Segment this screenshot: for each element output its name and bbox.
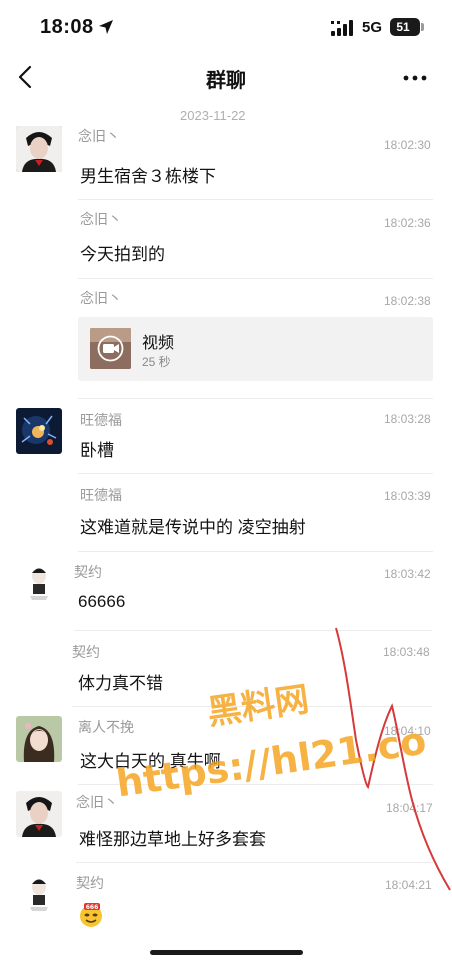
message-text[interactable]: 今天拍到的 xyxy=(80,240,165,265)
message-text[interactable]: 66666 xyxy=(78,592,125,612)
avatar[interactable] xyxy=(16,560,62,606)
svg-text:666: 666 xyxy=(86,904,99,911)
message-time: 18:03:48 xyxy=(383,645,430,659)
avatar-girl-icon xyxy=(16,716,62,762)
message-time: 18:04:21 xyxy=(385,878,432,892)
video-label: 视频 xyxy=(142,335,175,352)
message-text[interactable]: 这难道就是传说中的 凌空抽射 xyxy=(80,513,306,538)
message-sender: 念旧丶 xyxy=(80,290,122,306)
status-bar: 18:08 5G 51 xyxy=(0,0,452,56)
video-message-card[interactable]: 视频 25 秒 xyxy=(78,317,433,381)
message-sender: 契约 xyxy=(74,564,102,580)
avatar[interactable] xyxy=(16,126,62,172)
message-divider xyxy=(78,199,433,200)
message-time: 18:03:39 xyxy=(384,489,431,503)
message-divider xyxy=(78,278,433,279)
666-emoji-icon[interactable]: 666 xyxy=(78,902,104,928)
message-time: 18:03:42 xyxy=(384,567,431,581)
home-indicator[interactable] xyxy=(150,950,303,955)
message-sender: 旺德福 xyxy=(80,412,122,428)
message-text[interactable]: 这大白天的 真牛啊 xyxy=(80,747,221,772)
more-options-icon[interactable] xyxy=(402,68,428,88)
message-text[interactable]: 卧槽 xyxy=(80,436,114,461)
message-time: 18:04:17 xyxy=(386,801,433,815)
avatar-cartoon-icon xyxy=(16,560,62,606)
video-camera-icon xyxy=(90,328,131,369)
message-divider xyxy=(78,551,433,552)
location-arrow-icon xyxy=(99,20,113,34)
avatar-cartoon-icon xyxy=(16,871,62,917)
nav-bar: 群聊 xyxy=(0,56,452,100)
message-sender: 离人不挽 xyxy=(78,719,134,735)
status-time: 18:08 xyxy=(40,16,94,38)
battery-icon: 51 xyxy=(390,18,420,36)
message-divider xyxy=(78,473,433,474)
avatar-fireworks-icon xyxy=(16,408,62,454)
message-sender: 念旧丶 xyxy=(80,211,122,227)
video-duration: 25 秒 xyxy=(142,355,171,369)
message-time: 18:03:28 xyxy=(384,412,431,426)
message-sender: 念旧丶 xyxy=(76,794,118,810)
avatar-portrait-icon xyxy=(16,791,62,837)
battery-level: 51 xyxy=(396,20,410,34)
message-divider xyxy=(78,398,433,399)
avatar-portrait-icon xyxy=(16,126,62,172)
message-text[interactable]: 男生宿舍３栋楼下 xyxy=(80,162,216,187)
signal-icon xyxy=(331,20,353,36)
message-sender: 念旧丶 xyxy=(78,128,120,144)
message-divider xyxy=(74,630,432,631)
avatar[interactable] xyxy=(16,716,62,762)
message-divider xyxy=(72,706,432,707)
red-scribble xyxy=(335,627,451,891)
message-text[interactable]: 体力真不错 xyxy=(78,669,163,694)
message-time: 18:02:30 xyxy=(384,138,431,152)
avatar[interactable] xyxy=(16,408,62,454)
message-sender: 契约 xyxy=(72,644,100,660)
date-separator: 2023-11-22 xyxy=(180,108,246,123)
video-thumbnail[interactable] xyxy=(90,328,131,369)
message-text[interactable]: 难怪那边草地上好多套套 xyxy=(79,825,266,850)
message-divider xyxy=(78,784,433,785)
message-time: 18:02:36 xyxy=(384,216,431,230)
message-time: 18:02:38 xyxy=(384,294,431,308)
message-divider xyxy=(76,862,433,863)
avatar[interactable] xyxy=(16,871,62,917)
network-type: 5G xyxy=(362,19,383,36)
message-sender: 旺德福 xyxy=(80,487,122,503)
message-time: 18:04:10 xyxy=(384,724,431,738)
message-sender: 契约 xyxy=(76,875,104,891)
battery-tip xyxy=(421,23,424,31)
avatar[interactable] xyxy=(16,791,62,837)
page-title: 群聊 xyxy=(206,70,246,92)
